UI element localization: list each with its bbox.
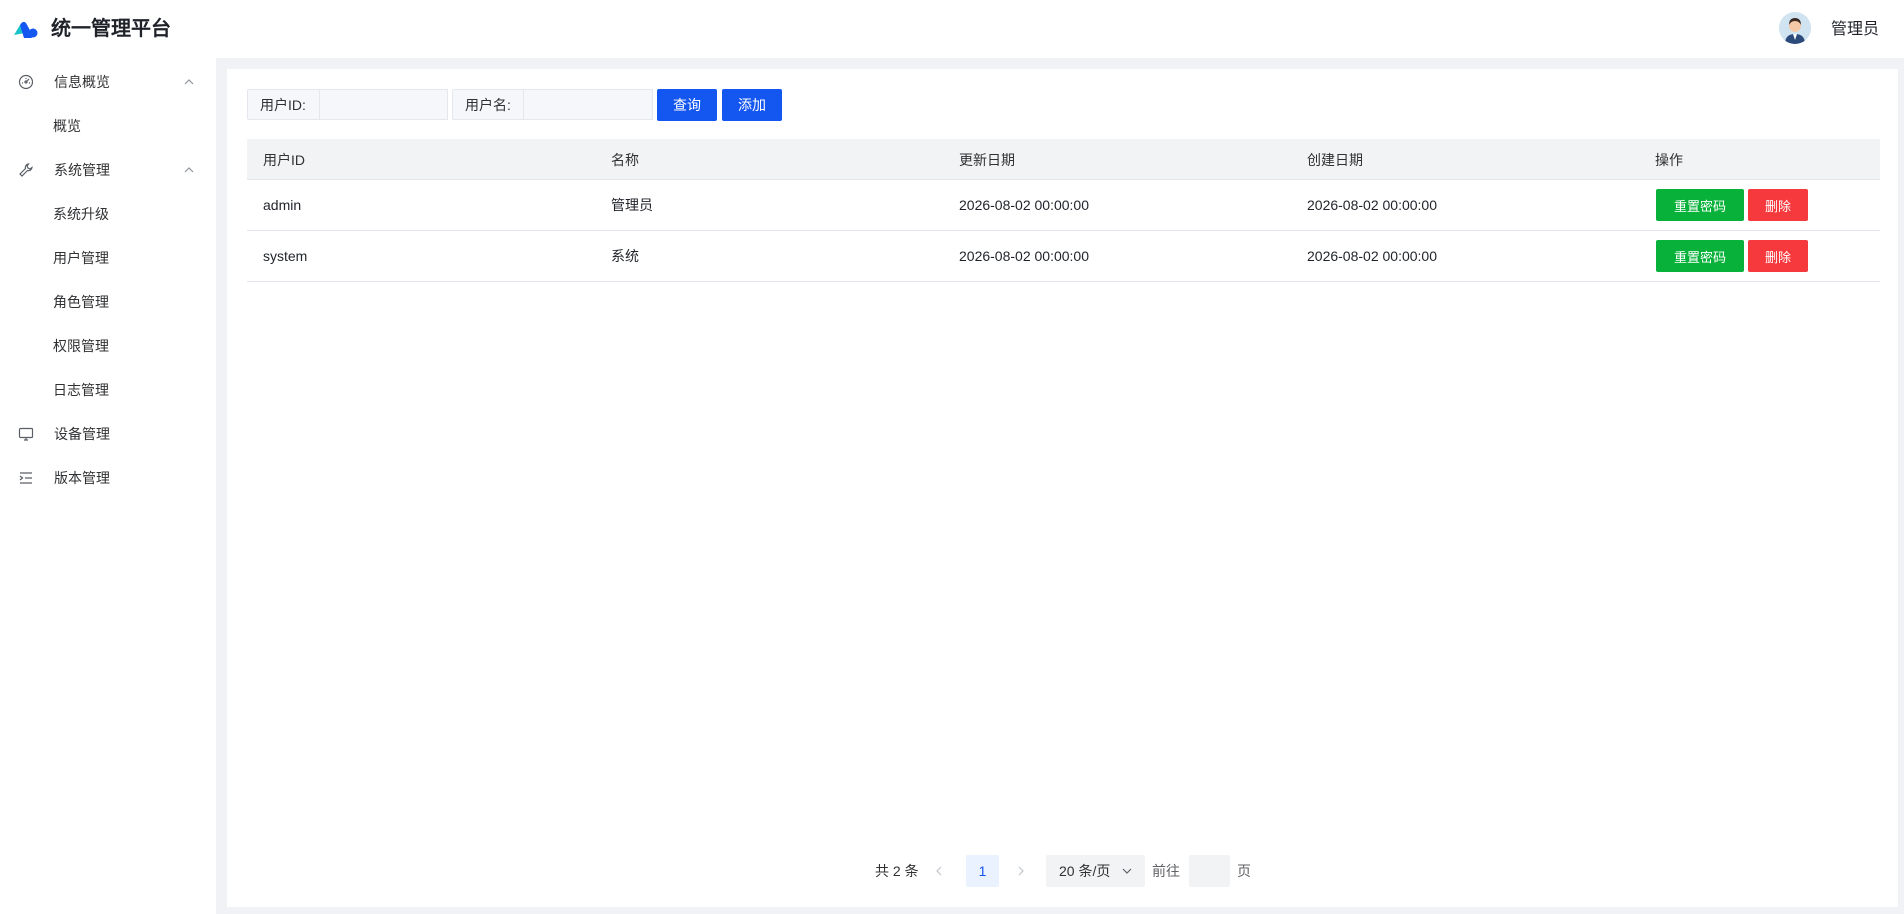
column-header-created: 创建日期 bbox=[1307, 152, 1363, 168]
sidebar-item-role-management[interactable]: 角色管理 bbox=[0, 282, 216, 322]
chevron-left-icon[interactable] bbox=[931, 863, 947, 879]
reset-password-button[interactable]: 重置密码 bbox=[1656, 240, 1744, 272]
sidebar-item-label: 用户管理 bbox=[53, 250, 109, 266]
cell-user-id: admin bbox=[263, 197, 302, 213]
top-header: 统一管理平台 管理员 bbox=[0, 0, 1904, 58]
delete-button[interactable]: 删除 bbox=[1748, 240, 1808, 272]
app-logo-icon bbox=[14, 21, 38, 38]
wrench-icon bbox=[19, 163, 33, 177]
cell-name: 系统 bbox=[611, 248, 639, 264]
page-size-select[interactable]: 20 条/页 bbox=[1046, 855, 1145, 887]
username-filter: 用户名: bbox=[452, 89, 653, 120]
cell-name: 管理员 bbox=[611, 197, 653, 213]
sidebar-item-label: 角色管理 bbox=[53, 294, 109, 310]
column-header-actions: 操作 bbox=[1655, 152, 1683, 168]
cell-created: 2026-08-02 00:00:00 bbox=[1307, 248, 1437, 264]
sidebar-item-system-upgrade[interactable]: 系统升级 bbox=[0, 194, 216, 234]
row-actions: 重置密码 删除 bbox=[1656, 189, 1856, 221]
sidebar: 信息概览 概览 系统管理 系统升级 用户管理 角色管理 权限管理 日志管理 设备… bbox=[0, 58, 216, 914]
pagination: 共 2 条 1 20 条/页 前往 页 bbox=[227, 855, 1898, 887]
sidebar-item-label: 日志管理 bbox=[53, 382, 109, 398]
sidebar-item-label: 权限管理 bbox=[53, 338, 109, 354]
query-button[interactable]: 查询 bbox=[657, 89, 717, 121]
page-number-current[interactable]: 1 bbox=[966, 855, 999, 887]
username-label: 用户名: bbox=[465, 97, 511, 113]
goto-page-input[interactable] bbox=[1189, 855, 1230, 887]
menu-group-device-management[interactable]: 设备管理 bbox=[0, 414, 216, 454]
pagination-total: 共 2 条 bbox=[875, 863, 919, 879]
dashboard-icon bbox=[18, 74, 34, 90]
user-id-label: 用户ID: bbox=[260, 97, 306, 113]
user-avatar[interactable] bbox=[1779, 12, 1811, 44]
cell-updated: 2026-08-02 00:00:00 bbox=[959, 248, 1089, 264]
user-id-input[interactable] bbox=[319, 89, 448, 120]
sidebar-item-label: 概览 bbox=[53, 118, 81, 134]
column-header-updated: 更新日期 bbox=[959, 152, 1015, 168]
monitor-icon bbox=[18, 427, 34, 441]
username-input[interactable] bbox=[523, 89, 653, 120]
sidebar-item-permission-management[interactable]: 权限管理 bbox=[0, 326, 216, 366]
menu-group-label: 设备管理 bbox=[54, 426, 110, 442]
sidebar-item-log-management[interactable]: 日志管理 bbox=[0, 370, 216, 410]
list-indent-icon bbox=[19, 472, 32, 484]
app-title: 统一管理平台 bbox=[51, 18, 171, 40]
menu-group-label: 版本管理 bbox=[54, 470, 110, 486]
table-row: system 系统 2026-08-02 00:00:00 2026-08-02… bbox=[247, 231, 1880, 282]
cell-updated: 2026-08-02 00:00:00 bbox=[959, 197, 1089, 213]
menu-group-info-overview[interactable]: 信息概览 bbox=[0, 62, 216, 102]
reset-password-button[interactable]: 重置密码 bbox=[1656, 189, 1744, 221]
user-id-filter: 用户ID: bbox=[247, 89, 448, 120]
main-panel: 用户ID: 用户名: 查询 添加 用户ID 名称 更新日期 创建日期 操作 ad… bbox=[227, 69, 1898, 907]
menu-group-system-management[interactable]: 系统管理 bbox=[0, 150, 216, 190]
chevron-down-icon bbox=[1122, 868, 1132, 874]
menu-group-label: 系统管理 bbox=[54, 162, 110, 178]
sidebar-item-user-management[interactable]: 用户管理 bbox=[0, 238, 216, 278]
add-button[interactable]: 添加 bbox=[722, 89, 782, 121]
table-row: admin 管理员 2026-08-02 00:00:00 2026-08-02… bbox=[247, 180, 1880, 231]
menu-group-label: 信息概览 bbox=[54, 74, 110, 90]
row-actions: 重置密码 删除 bbox=[1656, 240, 1856, 272]
cell-user-id: system bbox=[263, 248, 308, 264]
delete-button[interactable]: 删除 bbox=[1748, 189, 1808, 221]
page-size-label: 20 条/页 bbox=[1059, 863, 1111, 879]
sidebar-item-label: 系统升级 bbox=[53, 206, 109, 222]
goto-suffix: 页 bbox=[1237, 863, 1251, 879]
goto-prefix: 前往 bbox=[1152, 863, 1180, 879]
chevron-right-icon[interactable] bbox=[1013, 863, 1029, 879]
chevron-up-icon bbox=[184, 79, 194, 85]
cell-created: 2026-08-02 00:00:00 bbox=[1307, 197, 1437, 213]
sidebar-item-overview[interactable]: 概览 bbox=[0, 106, 216, 146]
table-header: 用户ID 名称 更新日期 创建日期 操作 bbox=[247, 139, 1880, 180]
column-header-name: 名称 bbox=[611, 152, 639, 168]
menu-group-version-management[interactable]: 版本管理 bbox=[0, 458, 216, 498]
chevron-up-icon bbox=[184, 167, 194, 173]
user-name[interactable]: 管理员 bbox=[1831, 20, 1879, 40]
column-header-user-id: 用户ID bbox=[263, 152, 305, 168]
